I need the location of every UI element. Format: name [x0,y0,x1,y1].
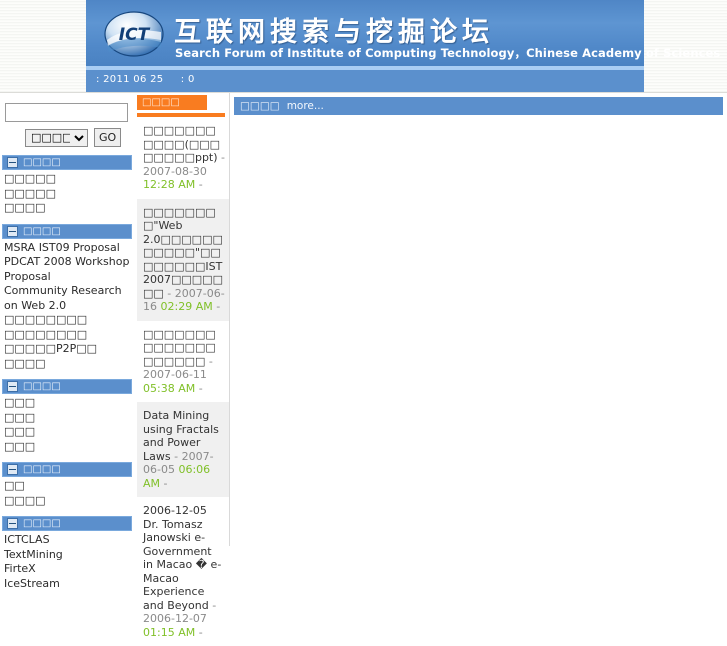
main-panel-header: □□□□ more... [234,97,723,115]
sidebar-section-1: □□□□ □□□□□ □□□□□ □□□□ [0,155,136,216]
sidebar-item-3-1[interactable]: □□□ [4,396,136,411]
sidebar-item-3-3[interactable]: □□□ [4,425,136,440]
search-go-button[interactable]: GO [94,128,122,147]
search-scope-select[interactable]: □□□□□□ [25,128,88,147]
main-panel: □□□□ more... [230,93,727,546]
sidebar-section-3: □□□□ □□□ □□□ □□□ □□□ [0,379,136,454]
sidebar-items-5: ICTCLAS TextMining FirteX IceStream [0,531,136,591]
sidebar-sections: □□□□ □□□□□ □□□□□ □□□□ □□□□ MSRA IST09 Pr… [0,155,136,591]
news-column-header: □□□□ [137,95,207,110]
news-item[interactable]: □□□□□□□□□□□□□□□□□□□□ - 2007-06-11 05:38 … [137,321,229,403]
banner-title-cn: 互联网搜索与挖掘论坛 [174,17,494,48]
sidebar-item-2-1[interactable]: MSRA IST09 Proposal [4,241,136,256]
collapse-minus-icon[interactable] [7,157,18,168]
main-panel-more-link[interactable]: more... [287,100,324,112]
news-item-sep: - [163,286,175,300]
news-item-sep: - [208,598,217,612]
news-item-time: 05:38 AM [143,381,196,395]
news-item-date: 2007-08-30 [143,164,207,178]
news-item-date: 2007-06-11 [143,368,207,381]
collapse-minus-icon[interactable] [7,225,18,237]
sidebar-section-title-2: □□□□ [23,225,61,237]
collapse-minus-icon[interactable] [7,464,18,475]
banner-title-en: Search Forum of Institute of Computing T… [175,46,721,60]
banner-date-text: : 2011 06 25 : 0 [96,74,195,85]
news-item[interactable]: Data Mining using Fractals and Power Law… [137,402,229,497]
sidebar-section-header-5[interactable]: □□□□ [2,516,132,531]
news-item-tail: - [160,476,168,490]
sidebar-section-header-1[interactable]: □□□□ [2,155,132,170]
news-item-sep: - [205,354,213,368]
sidebar-item-5-2[interactable]: TextMining [4,548,136,563]
search-input[interactable] [5,103,128,122]
sidebar-item-2-2[interactable]: PDCAT 2008 Workshop Proposal [4,255,136,284]
ict-logo-icon: ICT [103,10,165,58]
search-panel: □□□□□□ GO [0,93,136,147]
sidebar: □□□□□□ GO □□□□ □□□□□ □□□□□ □□□□ □□□□ MSR… [0,93,137,590]
sidebar-section-5: □□□□ ICTCLAS TextMining FirteX IceStream [0,516,136,591]
news-item[interactable]: □□□□□□□□"Web 2.0□□□□□□□□□□□"□□□□□□□□IST … [137,198,229,321]
sidebar-items-3: □□□ □□□ □□□ □□□ [0,394,136,454]
banner-date-bar: : 2011 06 25 : 0 [86,70,644,92]
collapse-minus-icon[interactable] [7,518,18,529]
news-item-time: 02:29 AM [160,300,213,313]
sidebar-section-header-3[interactable]: □□□□ [2,379,132,394]
sidebar-item-3-2[interactable]: □□□ [4,411,136,426]
news-item-tail: - [195,625,203,639]
main-panel-title: □□□□ [240,100,280,112]
sidebar-item-1-3[interactable]: □□□□ [4,201,136,216]
sidebar-item-2-3[interactable]: Community Research on Web 2.0 [4,284,136,313]
sidebar-item-1-2[interactable]: □□□□□ [4,187,136,202]
sidebar-item-2-5[interactable]: □□□□□□□□ [4,328,136,343]
sidebar-section-title-5: □□□□ [23,518,61,529]
news-item-title[interactable]: □□□□□□□□"Web 2.0□□□□□□□□□□□"□□□□□□□□IST … [143,206,223,300]
svg-text:ICT: ICT [119,25,151,45]
news-list: □□□□□□□□□□□(□□□□□□□□ppt) - 2007-08-30 12… [137,117,229,646]
sidebar-item-5-4[interactable]: IceStream [4,577,136,592]
news-item-tail: - [195,178,203,191]
news-item-tail: - [195,381,203,395]
sidebar-section-title-3: □□□□ [23,381,61,392]
sidebar-section-2: □□□□ MSRA IST09 Proposal PDCAT 2008 Work… [0,223,136,372]
sidebar-item-2-4[interactable]: □□□□□□□□ [4,313,136,328]
sidebar-item-2-6[interactable]: □□□□□P2P□□ [4,342,136,357]
sidebar-section-header-2[interactable]: □□□□ [2,223,132,239]
sidebar-item-5-1[interactable]: ICTCLAS [4,533,136,548]
sidebar-item-4-1[interactable]: □□ [4,479,136,494]
news-item-title[interactable]: 2006-12-05 Dr. Tomasz Janowski e-Governm… [143,504,221,612]
news-item-title[interactable]: □□□□□□□□□□□(□□□□□□□□ppt) [143,124,220,164]
news-column-title: □□□□ [142,97,180,108]
page-content: □□□□□□ GO □□□□ □□□□□ □□□□□ □□□□ □□□□ MSR… [0,93,727,639]
sidebar-item-1-1[interactable]: □□□□□ [4,172,136,187]
sidebar-section-title-4: □□□□ [23,464,61,475]
sidebar-items-1: □□□□□ □□□□□ □□□□ [0,170,136,216]
sidebar-item-2-7[interactable]: □□□□ [4,357,136,372]
collapse-minus-icon[interactable] [7,381,18,392]
site-banner: : 2011 06 25 : 0 ICT 互联网搜索与挖掘论坛 Search F… [0,0,727,93]
sidebar-item-5-3[interactable]: FirteX [4,562,136,577]
page-root: : 2011 06 25 : 0 ICT 互联网搜索与挖掘论坛 Search F… [0,0,727,639]
sidebar-section-header-4[interactable]: □□□□ [2,462,132,477]
news-item[interactable]: 2006-12-05 Dr. Tomasz Janowski e-Governm… [137,497,229,646]
news-item-tail: - [212,300,221,313]
sidebar-section-title-1: □□□□ [23,157,61,168]
news-item-time: 01:15 AM [143,625,196,639]
news-column: □□□□ □□□□□□□□□□□(□□□□□□□□ppt) - 2007-08-… [137,93,230,639]
sidebar-item-4-2[interactable]: □□□□ [4,494,136,509]
news-item[interactable]: □□□□□□□□□□□(□□□□□□□□ppt) - 2007-08-30 12… [137,117,229,199]
sidebar-section-4: □□□□ □□ □□□□ [0,462,136,508]
news-item-sep: - [217,151,226,164]
news-item-date: 2006-12-07 [143,612,207,625]
news-item-time: 12:28 AM [143,178,196,191]
sidebar-item-3-4[interactable]: □□□ [4,440,136,455]
sidebar-items-2: MSRA IST09 Proposal PDCAT 2008 Workshop … [0,239,136,372]
sidebar-items-4: □□ □□□□ [0,477,136,508]
main-panel-body [234,115,723,540]
banner-blue-panel: : 2011 06 25 : 0 ICT 互联网搜索与挖掘论坛 Search F… [86,0,720,92]
news-item-sep: - [170,449,182,463]
search-controls-row: □□□□□□ GO [5,128,131,147]
